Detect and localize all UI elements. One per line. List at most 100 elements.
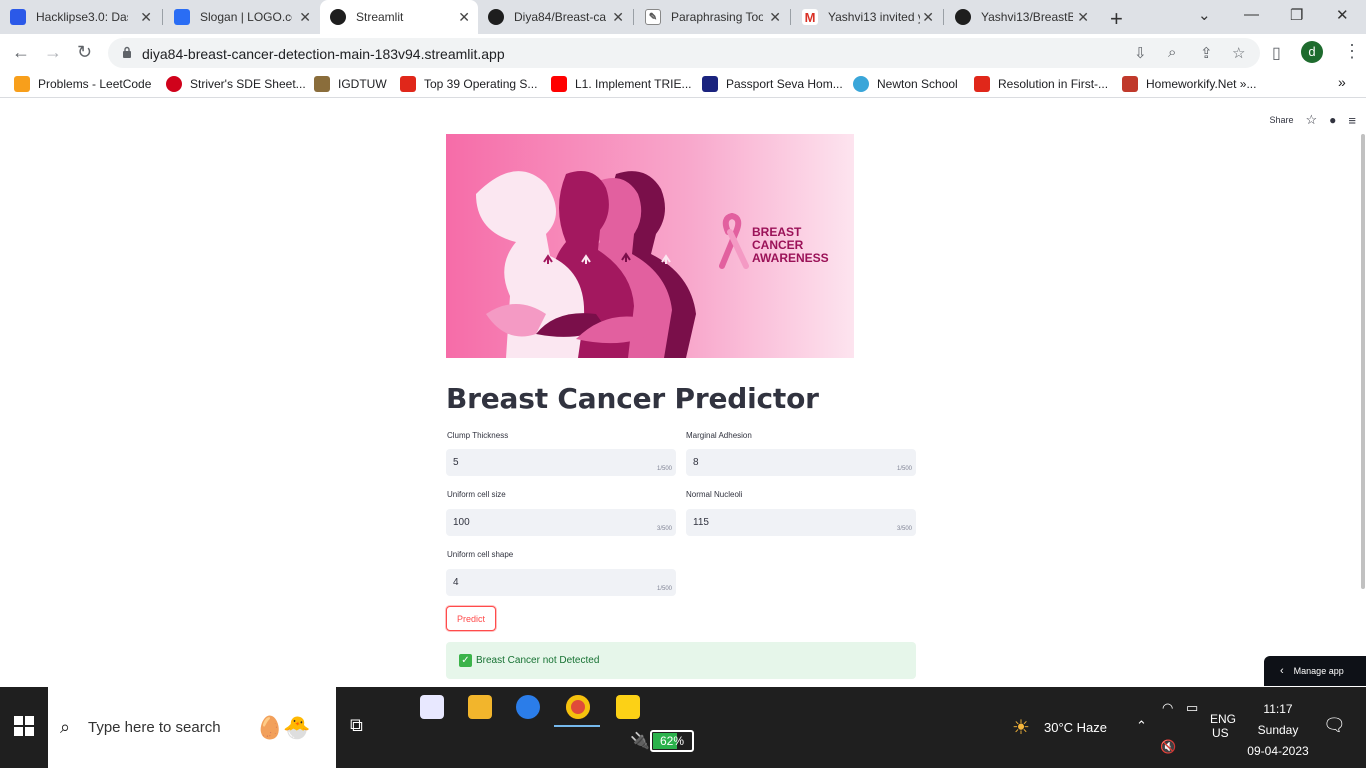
star-icon[interactable]: ☆	[1306, 112, 1318, 128]
tuf-icon	[166, 76, 182, 92]
volume-muted-icon[interactable]: 🔇	[1160, 739, 1176, 755]
back-icon[interactable]: ←	[12, 42, 30, 63]
snipping-tool-icon[interactable]	[420, 695, 444, 719]
lock-icon[interactable]	[122, 46, 132, 58]
input-value[interactable]: 5	[453, 457, 459, 468]
bookmark-passport[interactable]: Passport Seva Hom...	[702, 76, 843, 92]
bookmark-trie[interactable]: L1. Implement TRIE...	[551, 76, 692, 92]
zoom-icon[interactable]: ⌕	[1168, 44, 1176, 61]
app-header-actions: Share ☆ ● ≡	[1257, 112, 1356, 128]
weather-text[interactable]: 30°C Haze	[1044, 720, 1107, 735]
tab-streamlit[interactable]: Streamlit ✕	[320, 0, 478, 34]
banner-text-line3: AWARENESS	[752, 251, 829, 265]
input-value[interactable]: 4	[453, 577, 459, 588]
close-icon[interactable]: ✕	[1077, 9, 1089, 25]
windows-taskbar: ⌕ Type here to search 🥚🐣 ⧉ 🔌 62% ☀ 30°C …	[0, 687, 1366, 768]
bookmark-label: Passport Seva Hom...	[726, 77, 843, 91]
taskbar-search[interactable]: ⌕ Type here to search 🥚🐣	[48, 687, 336, 768]
share-icon[interactable]: ⇪	[1200, 44, 1213, 62]
easter-eggs-icon: 🥚🐣	[256, 715, 311, 740]
scrollbar[interactable]	[1360, 104, 1366, 589]
predict-button[interactable]: Predict	[446, 606, 496, 631]
language-indicator[interactable]: ENG US	[1210, 712, 1236, 740]
close-icon[interactable]: ✕	[140, 9, 152, 25]
app-content: Share ☆ ● ≡ BREAST CANCER AWARENESS Brea…	[0, 104, 1366, 687]
clump-thickness-input[interactable]: 5 1/500	[446, 449, 676, 476]
normal-nucleoli-label: Normal Nucleoli	[686, 490, 743, 499]
chrome-icon[interactable]	[566, 695, 590, 719]
file-explorer-icon[interactable]	[468, 695, 492, 719]
bookmark-igdtuw[interactable]: IGDTUW	[314, 76, 387, 92]
bookmarks-bar: Problems - LeetCode Striver's SDE Sheet.…	[0, 72, 1366, 98]
show-hidden-icons-icon[interactable]: ⌃	[1136, 718, 1147, 734]
bookmark-striver[interactable]: Striver's SDE Sheet...	[166, 76, 306, 92]
uniform-cell-size-input[interactable]: 100 3/500	[446, 509, 676, 536]
clump-thickness-label: Clump Thickness	[447, 431, 509, 440]
weather-icon[interactable]: ☀	[1012, 715, 1030, 740]
wifi-icon[interactable]: ◠	[1162, 700, 1173, 716]
input-value[interactable]: 100	[453, 517, 470, 528]
bookmark-operating-systems[interactable]: Top 39 Operating S...	[400, 76, 537, 92]
scrollbar-thumb[interactable]	[1361, 134, 1365, 589]
windows-start-icon[interactable]	[14, 716, 34, 736]
close-icon[interactable]: ✕	[769, 9, 781, 25]
close-icon[interactable]: ✕	[458, 9, 470, 25]
github-icon	[955, 9, 971, 25]
bookmark-label: Homeworkify.Net »...	[1146, 77, 1257, 91]
bookmark-star-icon[interactable]: ☆	[1232, 44, 1245, 62]
tab-paraphrasing[interactable]: ✎ Paraphrasing Too ✕	[635, 0, 789, 34]
github-icon[interactable]: ●	[1329, 113, 1336, 127]
close-icon[interactable]: ✕	[299, 9, 311, 25]
address-bar[interactable]: diya84-breast-cancer-detection-main-183v…	[108, 38, 1260, 68]
forward-icon[interactable]: →	[44, 42, 62, 63]
input-value[interactable]: 8	[693, 457, 699, 468]
marginal-adhesion-input[interactable]: 8 1/500	[686, 449, 916, 476]
menu-kebab-icon[interactable]: ⋮	[1343, 41, 1361, 62]
bookmark-leetcode[interactable]: Problems - LeetCode	[14, 76, 151, 92]
bookmark-resolution[interactable]: Resolution in First-...	[974, 76, 1108, 92]
clock-day: Sunday	[1257, 723, 1299, 737]
input-value[interactable]: 115	[693, 517, 709, 528]
restore-icon[interactable]: ❐	[1290, 6, 1303, 24]
tab-github-diya[interactable]: Diya84/Breast-ca ✕	[478, 0, 632, 34]
uniform-cell-shape-input[interactable]: 4 1/500	[446, 569, 676, 596]
hamburger-menu-icon[interactable]: ≡	[1348, 113, 1356, 128]
search-placeholder: Type here to search	[88, 719, 221, 736]
clock-time: 11:17	[1263, 702, 1293, 716]
window-close-icon[interactable]: ✕	[1336, 6, 1349, 24]
tab-github-yashvi[interactable]: Yashvi13/BreastB ✕	[945, 0, 1097, 34]
more-bookmarks-icon[interactable]: »	[1338, 74, 1346, 90]
github-icon	[488, 9, 504, 25]
battery-tray-icon[interactable]: ▭	[1186, 700, 1198, 716]
install-icon[interactable]: ⇩	[1134, 44, 1147, 62]
tab-hacklipse[interactable]: Hacklipse3.0: Das ✕	[0, 0, 160, 34]
leetcode-icon	[14, 76, 30, 92]
share-button[interactable]: Share	[1269, 115, 1293, 125]
edge-icon[interactable]	[516, 695, 540, 719]
close-icon[interactable]: ✕	[922, 9, 934, 25]
manage-app-label: Manage app	[1293, 666, 1344, 676]
side-panel-icon[interactable]: ▯	[1272, 43, 1281, 63]
tab-title: Streamlit	[356, 10, 404, 24]
close-icon[interactable]: ✕	[612, 9, 624, 25]
tab-slogan[interactable]: Slogan | LOGO.co ✕	[164, 0, 319, 34]
profile-avatar[interactable]: d	[1301, 41, 1323, 63]
tab-title: Hacklipse3.0: Das	[36, 10, 128, 24]
notifications-icon[interactable]: 🗨	[1323, 715, 1346, 736]
normal-nucleoli-input[interactable]: 115 3/500	[686, 509, 916, 536]
tab-gmail[interactable]: M Yashvi13 invited y ✕	[792, 0, 942, 34]
new-tab-button[interactable]: +	[1110, 6, 1123, 32]
char-count: 1/500	[896, 466, 912, 472]
bookmark-homeworkify[interactable]: Homeworkify.Net »...	[1122, 76, 1256, 92]
reload-icon[interactable]: ↻	[77, 42, 92, 63]
bookmark-newton[interactable]: Newton School	[853, 76, 958, 92]
minimize-icon[interactable]: —	[1244, 6, 1259, 23]
task-view-icon[interactable]: ⧉	[350, 715, 363, 736]
clock[interactable]: 11:17 Sunday 09-04-2023	[1240, 699, 1316, 762]
tab-search-icon[interactable]: ⌄	[1198, 6, 1211, 24]
manage-app-button[interactable]: ‹ Manage app	[1264, 656, 1366, 686]
sticky-notes-icon[interactable]	[616, 695, 640, 719]
battery-indicator: 62%	[650, 730, 694, 752]
language-code: ENG	[1210, 712, 1237, 726]
url-text[interactable]: diya84-breast-cancer-detection-main-183v…	[142, 46, 505, 62]
